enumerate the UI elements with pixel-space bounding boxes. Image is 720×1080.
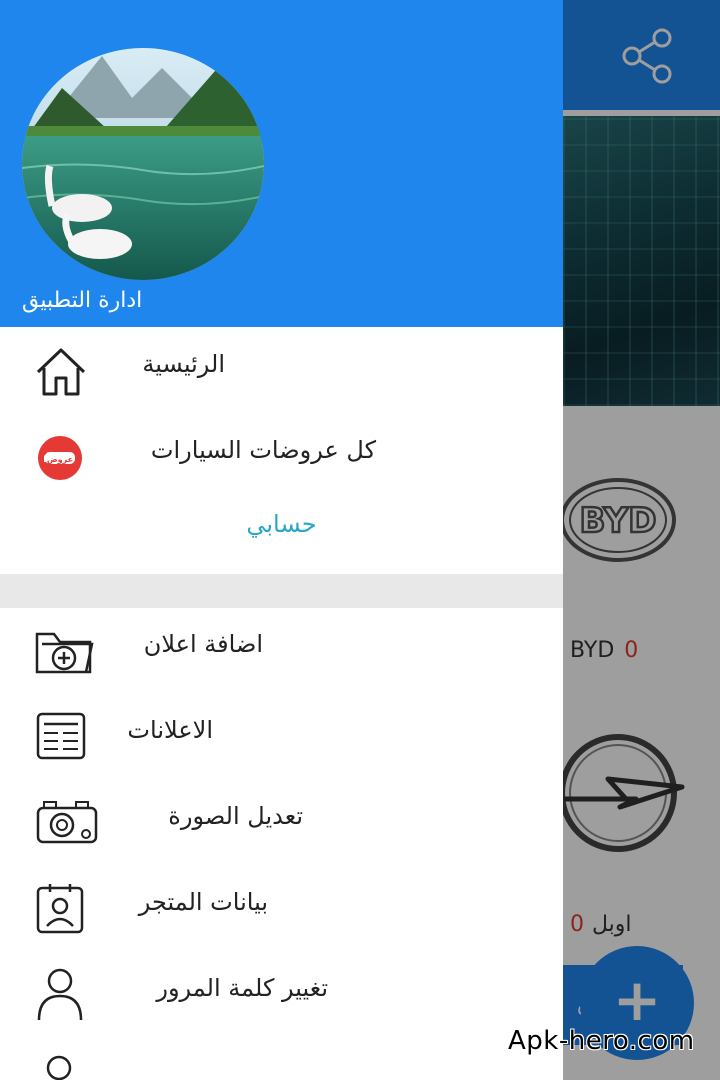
list-document-icon — [36, 712, 86, 760]
header-title: ادارة التطبيق — [22, 288, 143, 313]
menu-item-ads[interactable]: الاعلانات — [0, 694, 563, 780]
menu-item-all-offers[interactable]: كل عروضات السيارات عروض — [0, 414, 563, 500]
menu-item-label: بيانات المتجر — [138, 888, 268, 916]
menu-item-label: الرئيسية — [142, 350, 225, 378]
menu-item-label: تعديل الصورة — [168, 802, 303, 830]
menu-item-add-ad[interactable]: اضافة اعلان — [0, 608, 563, 694]
menu-item-store-info[interactable]: بيانات المتجر — [0, 866, 563, 952]
avatar[interactable] — [22, 48, 264, 280]
section-header-account: حسابي — [246, 510, 317, 538]
menu-item-label: كل عروضات السيارات — [150, 436, 376, 464]
id-card-icon — [36, 882, 84, 934]
user-icon — [44, 1050, 74, 1080]
menu-item-partial[interactable] — [0, 1044, 563, 1080]
folder-add-icon — [34, 628, 96, 676]
home-icon — [32, 342, 90, 400]
section-divider — [0, 574, 563, 608]
menu-item-label: الاعلانات — [127, 716, 213, 744]
offers-badge-icon: عروض — [36, 434, 84, 482]
svg-text:عروض: عروض — [47, 455, 73, 465]
drawer-header: ادارة التطبيق — [0, 0, 563, 327]
menu-item-label: اضافة اعلان — [143, 630, 263, 658]
menu-item-change-password[interactable]: تغيير كلمة المرور — [0, 952, 563, 1038]
camera-icon — [36, 798, 100, 846]
navigation-drawer: ادارة التطبيق الرئيسية كل عروضات السيارا… — [0, 0, 563, 1080]
menu-item-edit-photo[interactable]: تعديل الصورة — [0, 780, 563, 866]
user-icon — [36, 966, 84, 1022]
watermark-text: Apk-hero.com — [508, 1026, 695, 1056]
menu-item-label: تغيير كلمة المرور — [156, 974, 328, 1002]
menu-item-home[interactable]: الرئيسية — [0, 328, 563, 414]
